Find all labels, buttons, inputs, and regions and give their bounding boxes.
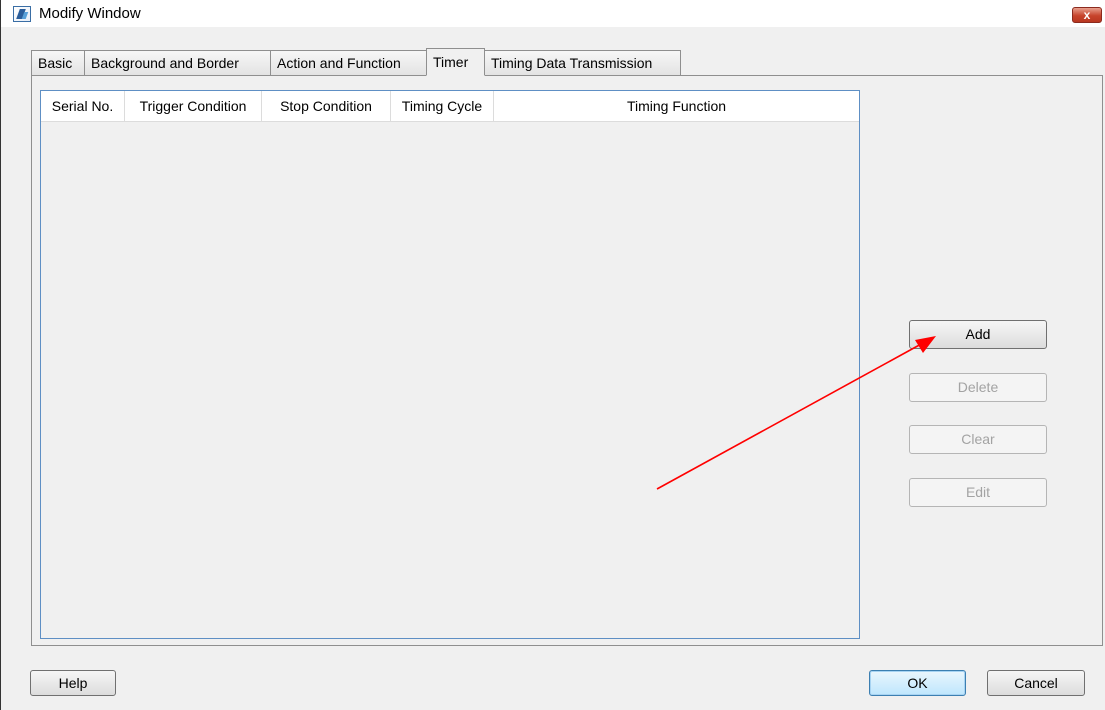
edit-button[interactable]: Edit bbox=[909, 478, 1047, 507]
app-icon bbox=[13, 6, 31, 22]
cancel-button[interactable]: Cancel bbox=[987, 670, 1085, 696]
clear-button[interactable]: Clear bbox=[909, 425, 1047, 454]
add-button[interactable]: Add bbox=[909, 320, 1047, 349]
column-stop-condition[interactable]: Stop Condition bbox=[262, 91, 391, 121]
tab-strip: Basic Background and Border Action and F… bbox=[31, 48, 681, 76]
delete-button[interactable]: Delete bbox=[909, 373, 1047, 402]
modify-window: Modify Window x Basic Background and Bor… bbox=[0, 0, 1105, 710]
window-title: Modify Window bbox=[39, 5, 141, 22]
timer-list[interactable]: Serial No. Trigger Condition Stop Condit… bbox=[40, 90, 860, 639]
column-timing-cycle[interactable]: Timing Cycle bbox=[391, 91, 494, 121]
timer-list-header: Serial No. Trigger Condition Stop Condit… bbox=[41, 91, 859, 122]
ok-button[interactable]: OK bbox=[869, 670, 966, 696]
help-button[interactable]: Help bbox=[30, 670, 116, 696]
close-icon: x bbox=[1083, 8, 1091, 22]
tab-timing-data-transmission[interactable]: Timing Data Transmission bbox=[484, 50, 681, 76]
tab-background-and-border[interactable]: Background and Border bbox=[84, 50, 271, 76]
title-bar: Modify Window x bbox=[1, 0, 1105, 27]
tab-timer[interactable]: Timer bbox=[426, 48, 485, 76]
tab-basic[interactable]: Basic bbox=[31, 50, 85, 76]
column-trigger-condition[interactable]: Trigger Condition bbox=[125, 91, 262, 121]
column-timing-function[interactable]: Timing Function bbox=[494, 91, 859, 121]
tab-action-and-function[interactable]: Action and Function bbox=[270, 50, 427, 76]
column-serial-no[interactable]: Serial No. bbox=[41, 91, 125, 121]
close-button[interactable]: x bbox=[1072, 7, 1102, 23]
